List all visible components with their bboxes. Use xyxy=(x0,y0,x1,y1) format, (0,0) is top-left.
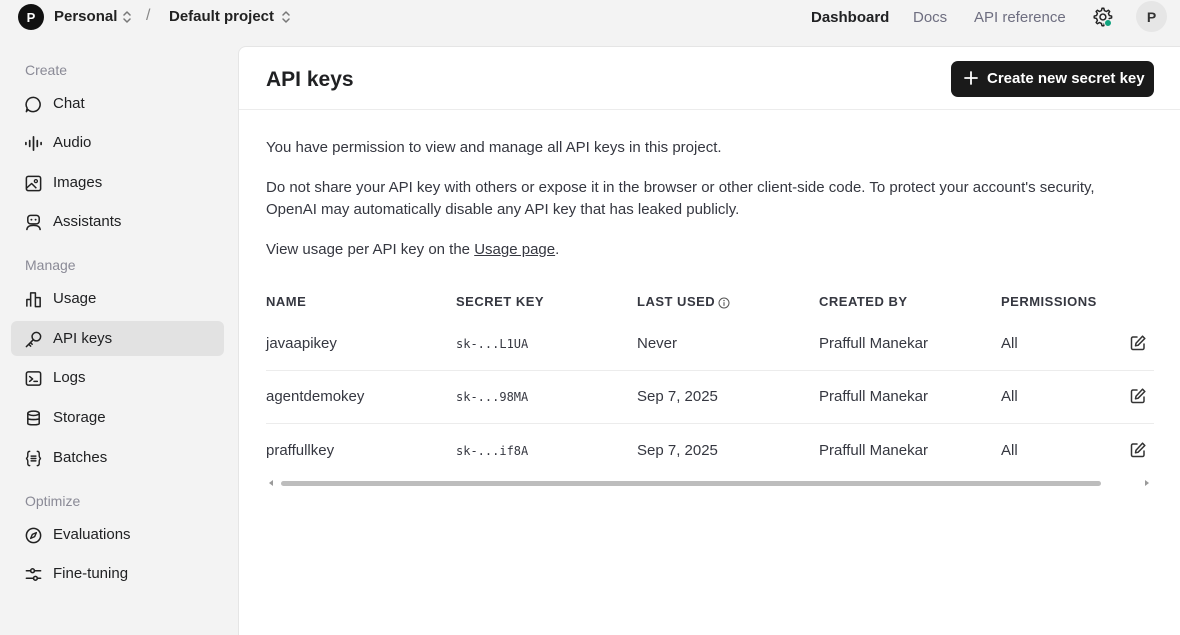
sidebar-item-chat[interactable]: Chat xyxy=(11,86,224,121)
terminal-icon xyxy=(23,368,43,388)
created-by-value: Praffull Manekar xyxy=(819,335,928,352)
compass-icon xyxy=(23,525,43,545)
last-used-value: Sep 7, 2025 xyxy=(637,388,718,405)
sidebar: Create Chat Audio Images Assistants Mana… xyxy=(0,46,238,635)
warning-text: Do not share your API key with others or… xyxy=(266,179,1095,218)
table-row: praffullkey sk-...if8A Sep 7, 2025 Praff… xyxy=(266,425,1154,478)
last-used-value: Sep 7, 2025 xyxy=(637,442,718,459)
key-name: agentdemokey xyxy=(266,388,365,405)
bar-chart-icon xyxy=(23,289,43,309)
sidebar-item-logs[interactable]: Logs xyxy=(11,360,224,395)
section-label-create: Create xyxy=(25,62,68,78)
status-dot xyxy=(1104,19,1112,27)
column-header-secret-key: SECRET KEY xyxy=(456,294,545,309)
nav-api-reference[interactable]: API reference xyxy=(974,9,1066,26)
database-icon xyxy=(23,408,43,428)
sliders-icon xyxy=(23,564,43,584)
horizontal-scrollbar[interactable] xyxy=(266,478,1154,488)
sidebar-item-label: Audio xyxy=(53,134,92,151)
key-icon xyxy=(23,329,43,349)
image-icon xyxy=(23,173,43,193)
user-avatar[interactable]: P xyxy=(1136,1,1167,32)
top-bar: P Personal / Default project Dashboard D… xyxy=(0,0,1180,34)
permissions-value: All xyxy=(1001,442,1018,459)
chevron-updown-icon[interactable] xyxy=(281,9,291,25)
secret-key-value: sk-...L1UA xyxy=(456,337,529,351)
sidebar-item-usage[interactable]: Usage xyxy=(11,281,224,316)
sidebar-item-images[interactable]: Images xyxy=(11,165,224,200)
column-header-last-used: LAST USED xyxy=(637,294,730,309)
section-label-optimize: Optimize xyxy=(25,493,81,509)
create-button-label: Create new secret key xyxy=(987,70,1145,87)
sidebar-item-label: Chat xyxy=(53,95,85,112)
usage-text-suffix: . xyxy=(555,241,560,258)
column-header-created-by: CREATED BY xyxy=(819,294,908,309)
secret-key-value: sk-...if8A xyxy=(456,444,529,458)
braces-icon xyxy=(23,448,43,468)
page-title: API keys xyxy=(266,68,354,91)
created-by-value: Praffull Manekar xyxy=(819,388,928,405)
scroll-left-arrow-icon[interactable] xyxy=(269,480,273,486)
usage-text-prefix: View usage per API key on the xyxy=(266,241,475,258)
section-label-manage: Manage xyxy=(25,257,76,273)
scroll-right-arrow-icon[interactable] xyxy=(1145,480,1149,486)
plus-icon xyxy=(964,71,978,85)
sidebar-item-label: Storage xyxy=(53,409,106,426)
main-panel: API keys Create new secret key You have … xyxy=(238,46,1180,635)
breadcrumb-separator: / xyxy=(146,7,151,24)
sidebar-item-evaluations[interactable]: Evaluations xyxy=(11,517,224,552)
key-name: javaapikey xyxy=(266,335,337,352)
sidebar-item-assistants[interactable]: Assistants xyxy=(11,204,224,239)
chevron-updown-icon[interactable] xyxy=(122,9,132,25)
sidebar-item-label: Images xyxy=(53,174,103,191)
permission-text: You have permission to view and manage a… xyxy=(266,139,722,156)
sidebar-item-fine-tuning[interactable]: Fine-tuning xyxy=(11,556,224,591)
create-secret-key-button[interactable]: Create new secret key xyxy=(951,61,1154,97)
sidebar-item-label: Batches xyxy=(53,449,108,466)
last-used-label: LAST USED xyxy=(637,294,716,309)
info-icon[interactable] xyxy=(718,297,730,309)
panel-header: API keys Create new secret key xyxy=(239,47,1180,110)
edit-icon[interactable] xyxy=(1129,387,1147,405)
sidebar-item-storage[interactable]: Storage xyxy=(11,400,224,435)
secret-key-value: sk-...98MA xyxy=(456,390,529,404)
sidebar-item-label: Fine-tuning xyxy=(53,565,129,582)
sidebar-item-label: API keys xyxy=(53,330,113,347)
sidebar-item-label: Usage xyxy=(53,290,97,307)
sidebar-item-label: Assistants xyxy=(53,213,122,230)
chat-bubble-icon xyxy=(23,94,43,114)
usage-page-link[interactable]: Usage page xyxy=(474,241,555,258)
org-switcher[interactable]: Personal xyxy=(54,8,117,25)
sidebar-item-label: Logs xyxy=(53,369,86,386)
scrollbar-thumb[interactable] xyxy=(281,481,1101,486)
key-name: praffullkey xyxy=(266,442,335,459)
robot-icon xyxy=(23,212,43,232)
permissions-value: All xyxy=(1001,335,1018,352)
created-by-value: Praffull Manekar xyxy=(819,442,928,459)
table-row: agentdemokey sk-...98MA Sep 7, 2025 Praf… xyxy=(266,371,1154,424)
permissions-value: All xyxy=(1001,388,1018,405)
project-switcher[interactable]: Default project xyxy=(169,8,274,25)
nav-docs[interactable]: Docs xyxy=(913,9,947,26)
table-row: javaapikey sk-...L1UA Never Praffull Man… xyxy=(266,318,1154,371)
nav-dashboard[interactable]: Dashboard xyxy=(811,9,889,26)
sidebar-item-label: Evaluations xyxy=(53,526,131,543)
org-avatar[interactable]: P xyxy=(18,4,44,30)
sidebar-item-batches[interactable]: Batches xyxy=(11,440,224,475)
audio-wave-icon xyxy=(23,133,43,153)
sidebar-item-api-keys[interactable]: API keys xyxy=(11,321,224,356)
last-used-value: Never xyxy=(637,335,678,352)
sidebar-item-audio[interactable]: Audio xyxy=(11,125,224,160)
column-header-name: NAME xyxy=(266,294,307,309)
edit-icon[interactable] xyxy=(1129,334,1147,352)
edit-icon[interactable] xyxy=(1129,441,1147,459)
column-header-permissions: PERMISSIONS xyxy=(1001,294,1097,309)
usage-text: View usage per API key on the Usage page… xyxy=(266,239,1136,261)
